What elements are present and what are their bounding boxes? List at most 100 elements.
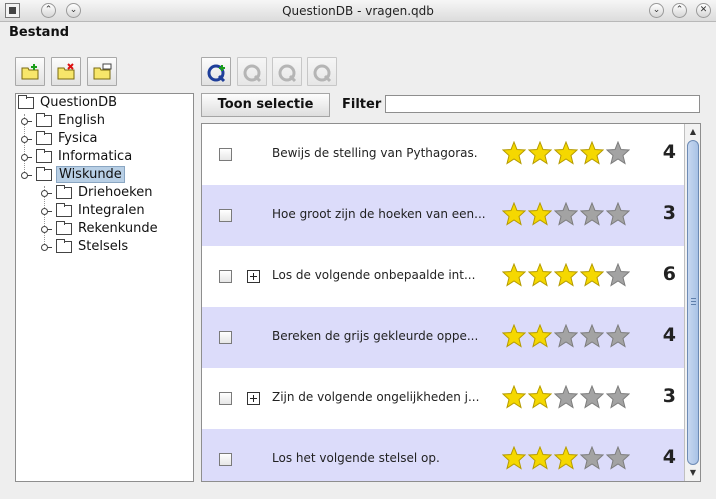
question-row[interactable]: Hoe groot zijn de hoeken van een... 3 — [202, 185, 684, 246]
star-filled-icon — [528, 263, 552, 287]
question-checkbox[interactable] — [219, 209, 232, 222]
star-empty-icon — [580, 446, 604, 470]
new-folder-button[interactable] — [15, 57, 45, 86]
star-empty-icon — [580, 324, 604, 348]
tree-expand-handle-icon[interactable] — [41, 243, 52, 251]
delete-folder-icon — [57, 63, 75, 80]
new-question-button[interactable] — [201, 57, 231, 86]
question-list[interactable]: Bewijs de stelling van Pythagoras. 4 Hoe g… — [201, 123, 701, 482]
maximize-icon[interactable]: ⌃ — [672, 3, 687, 18]
scroll-up-icon[interactable]: ▲ — [686, 125, 700, 139]
star-filled-icon — [502, 446, 526, 470]
star-empty-icon — [606, 141, 630, 165]
folder-icon — [36, 149, 52, 163]
star-empty-icon — [580, 202, 604, 226]
difficulty-rating — [502, 324, 632, 350]
folder-open-icon — [36, 167, 52, 181]
difficulty-rating — [502, 446, 632, 472]
question-checkbox[interactable] — [219, 148, 232, 161]
question-row[interactable]: Bereken de grijs gekleurde oppe... 4 — [202, 307, 684, 368]
star-filled-icon — [528, 385, 552, 409]
star-filled-icon — [580, 141, 604, 165]
star-filled-icon — [502, 385, 526, 409]
delete-folder-button[interactable] — [51, 57, 81, 86]
folder-icon — [56, 221, 72, 235]
rename-folder-button[interactable] — [87, 57, 117, 86]
star-empty-icon — [554, 385, 578, 409]
delete-question-button[interactable] — [307, 57, 337, 86]
folder-icon — [56, 239, 72, 253]
star-empty-icon — [554, 324, 578, 348]
star-filled-icon — [528, 324, 552, 348]
close-icon[interactable]: ✕ — [696, 3, 711, 18]
star-filled-icon — [580, 263, 604, 287]
scroll-thumb[interactable] — [687, 140, 699, 465]
copy-question-button[interactable] — [272, 57, 302, 86]
star-empty-icon — [606, 202, 630, 226]
new-folder-icon — [21, 64, 39, 80]
expand-plus-icon[interactable] — [247, 270, 260, 283]
star-empty-icon — [606, 324, 630, 348]
tree-expand-handle-icon[interactable] — [21, 135, 32, 143]
question-row[interactable]: Los het volgende stelsel op. 4 — [202, 429, 684, 481]
star-filled-icon — [502, 324, 526, 348]
question-row[interactable]: Los de volgende onbepaalde int... 6 — [202, 246, 684, 307]
minimize-icon[interactable]: ⌄ — [649, 3, 664, 18]
question-count: 4 — [662, 324, 676, 346]
edit-question-button[interactable] — [237, 57, 267, 86]
question-checkbox[interactable] — [219, 331, 232, 344]
folder-icon — [56, 203, 72, 217]
star-filled-icon — [554, 446, 578, 470]
star-filled-icon — [502, 263, 526, 287]
vertical-scrollbar[interactable]: ▲ ▼ — [684, 124, 700, 481]
tree-expand-handle-icon[interactable] — [41, 207, 52, 215]
folder-icon — [18, 95, 34, 109]
tree-expand-handle-icon[interactable] — [41, 225, 52, 233]
folder-icon — [36, 113, 52, 127]
menu-bar: Bestand — [0, 22, 716, 44]
grip-icon — [691, 298, 696, 305]
star-filled-icon — [502, 141, 526, 165]
filter-input[interactable] — [385, 95, 700, 113]
edit-question-icon — [243, 64, 262, 83]
rename-folder-icon — [93, 63, 112, 80]
difficulty-rating — [502, 385, 632, 411]
question-text: Bewijs de stelling van Pythagoras. — [272, 146, 478, 160]
star-filled-icon — [528, 141, 552, 165]
difficulty-rating — [502, 141, 632, 167]
star-filled-icon — [502, 202, 526, 226]
question-text: Zijn de volgende ongelijkheden j... — [272, 390, 480, 404]
folder-icon — [56, 185, 72, 199]
tree-expand-handle-icon[interactable] — [21, 117, 32, 125]
question-count: 3 — [662, 385, 676, 407]
question-checkbox[interactable] — [219, 392, 232, 405]
tree-expand-handle-icon[interactable] — [21, 153, 32, 161]
question-row[interactable]: Bewijs de stelling van Pythagoras. 4 — [202, 124, 684, 185]
question-count: 6 — [662, 263, 676, 285]
delete-question-icon — [313, 64, 332, 83]
tree-collapse-handle-icon[interactable] — [21, 171, 32, 179]
star-empty-icon — [606, 446, 630, 470]
toon-selectie-button[interactable]: Toon selectie — [201, 93, 330, 117]
question-count: 4 — [662, 141, 676, 163]
question-row[interactable]: Zijn de volgende ongelijkheden j... 3 — [202, 368, 684, 429]
star-filled-icon — [528, 446, 552, 470]
difficulty-rating — [502, 263, 632, 289]
star-empty-icon — [554, 202, 578, 226]
tree-expand-handle-icon[interactable] — [41, 189, 52, 197]
scroll-down-icon[interactable]: ▼ — [686, 466, 700, 480]
star-empty-icon — [580, 385, 604, 409]
title-bar: ⌃ ⌄ QuestionDB - vragen.qdb ⌄ ⌃ ✕ — [0, 0, 716, 22]
question-checkbox[interactable] — [219, 270, 232, 283]
star-filled-icon — [528, 202, 552, 226]
category-tree[interactable]: QuestionDB English Fysica Informatica Wi… — [15, 93, 194, 482]
question-text: Los het volgende stelsel op. — [272, 451, 440, 465]
difficulty-rating — [502, 202, 632, 228]
filter-label: Filter — [342, 97, 382, 112]
menu-bestand[interactable]: Bestand — [9, 25, 69, 40]
folder-icon — [36, 131, 52, 145]
expand-plus-icon[interactable] — [247, 392, 260, 405]
question-checkbox[interactable] — [219, 453, 232, 466]
question-text: Bereken de grijs gekleurde oppe... — [272, 329, 479, 343]
star-filled-icon — [554, 141, 578, 165]
